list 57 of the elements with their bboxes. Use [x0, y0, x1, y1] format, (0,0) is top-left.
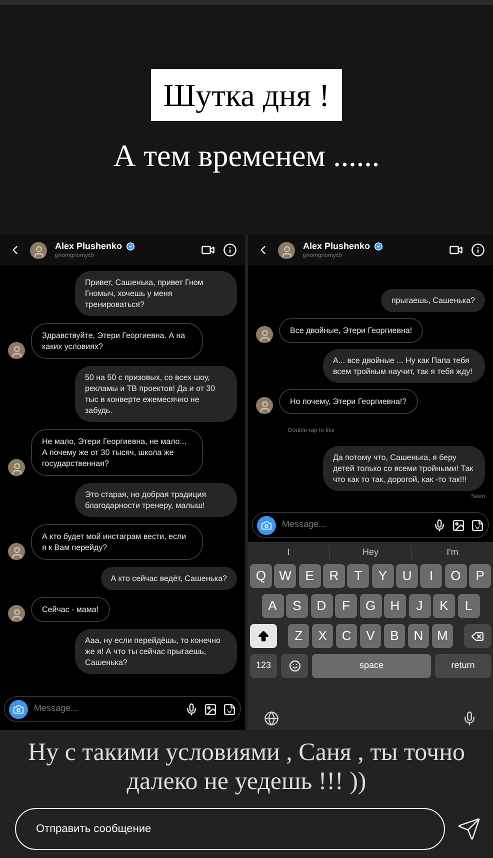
keyboard-key[interactable]: T — [347, 564, 370, 588]
received-message: А кто будет мой инстаграм вести, если я к Вам перейду? — [31, 524, 203, 560]
reply-field[interactable]: Отправить сообщение — [15, 808, 445, 850]
keyboard-key[interactable]: N — [408, 624, 430, 648]
keyboard-key[interactable]: U — [396, 564, 418, 588]
keyboard-key[interactable]: P — [469, 564, 491, 588]
word-suggestion[interactable]: I — [287, 546, 290, 560]
return-key[interactable]: return — [435, 654, 491, 678]
sent-message: Ааа, ну если перейдёшь, то конечно же я! А что ты сейчас прыгаешь, Сашенька? — [75, 629, 237, 674]
keyboard-key[interactable]: Q — [250, 564, 272, 588]
keyboard-key[interactable]: X — [312, 624, 334, 648]
sent-message: А... все двойные ... Ну как Папа тебя всем тройным научит, так я тебя жду! — [323, 349, 485, 383]
keyboard-key[interactable]: G — [360, 594, 382, 618]
sent-message: Да потому что, Сашенька, я беру детей только со всеми тройными! Так что как то так, дорогой, как -то так!!! — [323, 446, 485, 491]
message-placeholder: Message... — [282, 518, 328, 532]
keyboard-key[interactable]: M — [432, 624, 454, 648]
contact-name: Alex Plushenko — [303, 242, 370, 250]
received-message: Здравствуйте, Этери Георгиевна. А на каких условиях? — [31, 323, 203, 359]
contact-name: Alex Plushenko — [55, 242, 122, 250]
keyboard-key[interactable]: F — [335, 594, 357, 618]
keyboard-key[interactable]: V — [360, 624, 382, 648]
keyboard-key[interactable]: K — [433, 594, 455, 618]
keyboard-key[interactable]: E — [298, 564, 321, 588]
keyboard-key[interactable]: R — [323, 564, 345, 588]
word-suggestion[interactable]: I'm — [446, 546, 458, 560]
keyboard-key[interactable]: L — [458, 594, 480, 618]
sent-message: прыгаешь, Сашенька? — [381, 289, 485, 312]
keyboard-key[interactable]: D — [310, 594, 332, 618]
story-title: Шутка дня ! — [151, 69, 342, 121]
received-message: Не мало, Этери Георгиевна, не мало... А почему же от 30 тысяч, школа же государственная? — [31, 429, 203, 476]
received-message: Сейчас - мама! — [31, 597, 110, 622]
keyboard-key[interactable]: S — [286, 594, 308, 618]
space-key[interactable]: space — [312, 654, 431, 678]
keyboard-key[interactable]: A — [262, 594, 284, 618]
keyboard-key[interactable]: C — [336, 624, 358, 648]
sent-message: 50 на 50 с призовых, со всех шоу, рекламы и ТВ проектов! Да и от 30 тыс в конверте ежемесячно не забудь. — [75, 366, 237, 422]
keyboard-key[interactable]: Y — [372, 564, 394, 588]
message-field[interactable]: Message... — [252, 512, 489, 538]
keyboard-key[interactable]: B — [384, 624, 406, 648]
story-caption: Ну с такими условиями , Саня , ты точно далеко не уедешь !!! )) — [27, 738, 466, 796]
sent-message: Это старая, но добрая традиция благодарности тренеру, малыш! — [75, 483, 237, 517]
message-field[interactable]: Message... — [4, 696, 241, 722]
reply-placeholder: Отправить сообщение — [36, 822, 152, 837]
sent-message: А кто сейчас ведёт, Сашенька? — [100, 567, 237, 590]
keyboard-key[interactable]: J — [408, 594, 430, 618]
keyboard-key[interactable]: O — [444, 564, 467, 588]
story-subtitle: А тем временем ...... — [113, 137, 380, 175]
received-message: Все двойные, Этери Георгиевна! — [279, 318, 424, 343]
keyboard-key[interactable]: Z — [288, 624, 310, 648]
sent-message: Привет, Сашенька, привет Гном Гномыч, хочешь у меня тренироваться? — [75, 271, 237, 316]
numbers-key[interactable]: 123 — [250, 654, 277, 678]
word-suggestion[interactable]: Hey — [362, 546, 378, 560]
received-message: Но почему, Этери Георгиевна!? — [279, 389, 418, 414]
keyboard-key[interactable]: H — [384, 594, 406, 618]
keyboard-key[interactable]: I — [420, 564, 442, 588]
message-placeholder: Message... — [34, 702, 80, 716]
keyboard-key[interactable]: W — [274, 564, 296, 588]
